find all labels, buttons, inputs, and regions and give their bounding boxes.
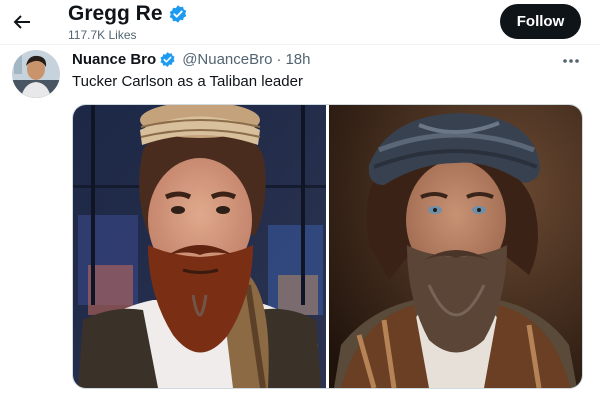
media-image-1[interactable] xyxy=(73,105,326,388)
profile-name: Gregg Re xyxy=(68,2,188,26)
verified-badge-icon xyxy=(160,52,175,67)
profile-header: Gregg Re 117.7K Likes Follow xyxy=(0,0,600,44)
avatar-image xyxy=(12,50,60,98)
tweet[interactable]: Nuance Bro @NuanceBro · 18h Tucker Carls… xyxy=(0,45,600,400)
follow-button[interactable]: Follow xyxy=(500,4,581,39)
tweet-text: Tucker Carlson as a Taliban leader xyxy=(72,73,303,90)
back-button[interactable] xyxy=(10,10,34,34)
tweet-author-row: Nuance Bro @NuanceBro · 18h xyxy=(72,51,311,68)
tweet-timestamp[interactable]: 18h xyxy=(285,51,310,68)
verified-badge-icon xyxy=(169,5,186,23)
more-options-button[interactable] xyxy=(559,51,583,71)
likes-count: 117.7K Likes xyxy=(68,28,137,42)
tweet-media-grid xyxy=(72,104,583,389)
back-arrow-icon xyxy=(13,15,30,29)
author-handle[interactable]: @NuanceBro xyxy=(182,51,272,68)
more-options-icon xyxy=(563,59,579,63)
author-name[interactable]: Nuance Bro xyxy=(72,51,156,68)
media-image-2[interactable] xyxy=(329,105,582,388)
avatar[interactable] xyxy=(12,50,60,98)
profile-name-text: Gregg Re xyxy=(68,2,163,25)
meta-separator: · xyxy=(276,51,282,68)
